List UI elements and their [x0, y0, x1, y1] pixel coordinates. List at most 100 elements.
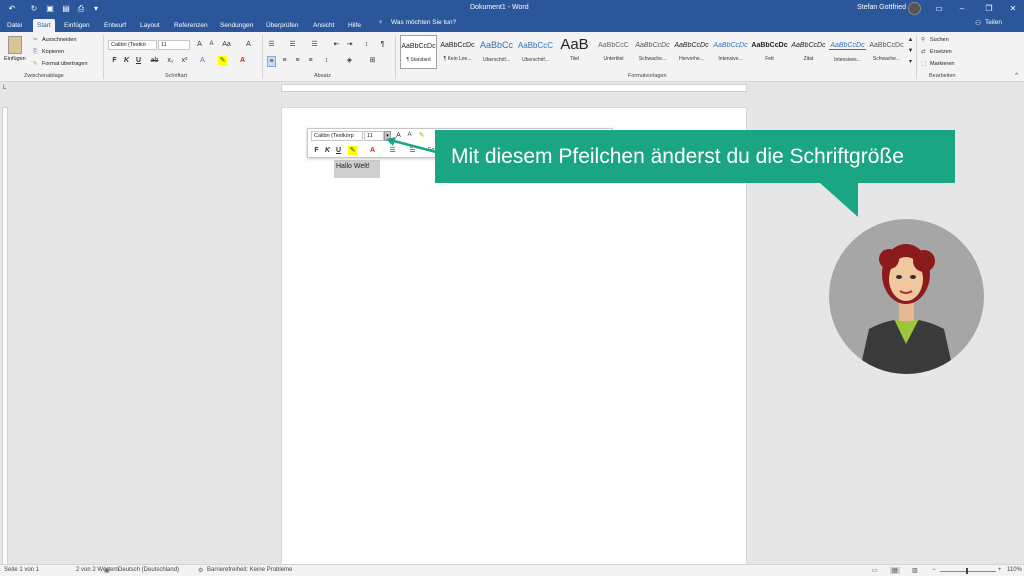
style-schwache-hervorhebung[interactable]: AaBbCcDc Schwache...: [634, 35, 671, 69]
tell-me-search[interactable]: Was möchten Sie tun?: [391, 19, 456, 26]
status-word-count[interactable]: 2 von 2 Wörtern: [76, 567, 119, 573]
align-left-icon[interactable]: ≡: [267, 56, 276, 67]
restore-icon[interactable]: ❐: [982, 3, 996, 14]
document-text-selected[interactable]: Hallo Welt!: [334, 160, 380, 178]
line-spacing-icon[interactable]: ↕: [322, 56, 331, 65]
grow-font-icon[interactable]: A: [195, 40, 204, 49]
find-button[interactable]: Suchen: [930, 37, 949, 43]
change-case-icon[interactable]: Aa: [222, 40, 231, 49]
user-name[interactable]: Stefan Gottfried: [857, 4, 906, 11]
styles-more-icon[interactable]: ▾: [906, 58, 915, 67]
print-icon[interactable]: ⎙: [75, 3, 87, 14]
borders-icon[interactable]: ⊞: [368, 56, 377, 65]
style-untertitel[interactable]: AaBbCcC Untertitel: [595, 35, 632, 69]
style-zitat[interactable]: AaBbCcDc Zitat: [790, 35, 827, 69]
zoom-in-icon[interactable]: +: [998, 567, 1002, 573]
font-name-select[interactable]: Calibri (Textkö: [108, 40, 157, 50]
print-preview-icon[interactable]: ▤: [60, 3, 72, 14]
style-fett[interactable]: AaBbCcDc Fett: [751, 35, 788, 69]
share-button[interactable]: Teilen: [985, 19, 1002, 26]
tab-ansicht[interactable]: Ansicht: [309, 19, 338, 32]
style-ueberschrift-1[interactable]: AaBbCc Überschrif...: [478, 35, 515, 69]
justify-icon[interactable]: ≡: [306, 56, 315, 65]
cut-button[interactable]: Ausschneiden: [42, 37, 77, 43]
italic-button[interactable]: K: [122, 56, 131, 65]
zoom-slider-thumb[interactable]: [966, 568, 968, 574]
font-size-select[interactable]: 11: [158, 40, 190, 50]
status-language[interactable]: Deutsch (Deutschland): [118, 567, 179, 573]
tab-datei[interactable]: Datei: [3, 19, 26, 32]
vertical-ruler[interactable]: [2, 107, 8, 567]
tab-start[interactable]: Start: [33, 19, 55, 32]
increase-indent-icon[interactable]: ⇥: [345, 40, 354, 49]
tab-referenzen[interactable]: Referenzen: [170, 19, 212, 32]
tab-selector-icon[interactable]: L: [3, 85, 6, 91]
numbering-icon[interactable]: ☰: [288, 40, 297, 49]
print-layout-icon[interactable]: ▤: [890, 567, 900, 574]
align-center-icon[interactable]: ≡: [280, 56, 289, 65]
save-icon[interactable]: ▣: [44, 3, 56, 14]
accessibility-icon[interactable]: ⚙: [198, 567, 203, 574]
ribbon-options-icon[interactable]: ▭: [932, 3, 946, 14]
strikethrough-button[interactable]: ab: [150, 56, 159, 65]
mini-font-color-icon[interactable]: A: [368, 146, 377, 155]
mini-italic-button[interactable]: K: [323, 146, 332, 155]
tab-einfuegen[interactable]: Einfügen: [60, 19, 94, 32]
collapse-ribbon-icon[interactable]: ^: [1012, 72, 1021, 81]
redo-icon[interactable]: ↻: [28, 3, 40, 14]
shrink-font-icon[interactable]: A: [207, 40, 216, 49]
proofing-icon[interactable]: ▣: [104, 567, 110, 574]
zoom-level[interactable]: 110%: [1007, 567, 1022, 573]
show-formatting-icon[interactable]: ¶: [378, 40, 387, 49]
styles-scroll-up-icon[interactable]: ▲: [906, 36, 915, 45]
superscript-button[interactable]: x²: [180, 56, 189, 65]
status-accessibility[interactable]: Barrierefreiheit: Keine Probleme: [207, 567, 292, 573]
tab-ueberpruefen[interactable]: Überprüfen: [262, 19, 303, 32]
highlight-icon[interactable]: ✎: [218, 56, 227, 65]
status-page[interactable]: Seite 1 von 1: [4, 567, 39, 573]
subscript-button[interactable]: x₂: [166, 56, 175, 65]
focus-mode-icon[interactable]: ▭: [872, 567, 878, 574]
font-color-icon[interactable]: A: [238, 56, 247, 65]
text-effects-icon[interactable]: A: [198, 56, 207, 65]
clear-formatting-icon[interactable]: A: [244, 40, 253, 49]
web-layout-icon[interactable]: ▥: [912, 567, 918, 574]
style-kein-leerraum[interactable]: AaBbCcDc ¶ Kein Lee...: [439, 35, 476, 69]
select-button[interactable]: Markieren: [930, 61, 954, 67]
format-painter-button[interactable]: Format übertragen: [42, 61, 88, 67]
multilevel-list-icon[interactable]: ☰: [310, 40, 319, 49]
style-schwacher-verweis[interactable]: AaBbCcDc Schwache...: [868, 35, 905, 69]
user-avatar[interactable]: [908, 2, 921, 15]
mini-font-name-select[interactable]: Calibri (Textkörp: [311, 131, 363, 141]
style-intensive-hervorhebung[interactable]: AaBbCcDc Intensive...: [712, 35, 749, 69]
undo-icon[interactable]: ↶: [6, 3, 18, 14]
styles-scroll-down-icon[interactable]: ▼: [906, 47, 915, 56]
tab-hilfe[interactable]: Hilfe: [344, 19, 365, 32]
tab-layout[interactable]: Layout: [136, 19, 164, 32]
style-hervorhebung[interactable]: AaBbCcDc Hervorhe...: [673, 35, 710, 69]
sort-icon[interactable]: ↕: [362, 40, 371, 49]
align-right-icon[interactable]: ≡: [293, 56, 302, 65]
paste-button[interactable]: Einfügen: [4, 56, 26, 62]
replace-button[interactable]: Ersetzen: [930, 49, 952, 55]
decrease-indent-icon[interactable]: ⇤: [332, 40, 341, 49]
bullets-icon[interactable]: ☰: [267, 40, 276, 49]
paste-icon[interactable]: [8, 36, 22, 54]
tab-entwurf[interactable]: Entwurf: [100, 19, 130, 32]
style-intensives-zitat[interactable]: AaBbCcDc Intensives...: [829, 35, 866, 69]
close-icon[interactable]: ✕: [1006, 3, 1020, 14]
customize-toolbar-icon[interactable]: ▾: [90, 3, 102, 14]
mini-underline-button[interactable]: U: [334, 146, 343, 155]
style-titel[interactable]: AaB Titel: [556, 35, 593, 69]
underline-button[interactable]: U: [134, 56, 143, 65]
minimize-icon[interactable]: –: [955, 3, 969, 14]
zoom-out-icon[interactable]: −: [932, 567, 936, 573]
mini-bold-button[interactable]: F: [312, 146, 321, 155]
horizontal-ruler[interactable]: [281, 84, 747, 92]
copy-button[interactable]: Kopieren: [42, 49, 64, 55]
tab-sendungen[interactable]: Sendungen: [216, 19, 257, 32]
bold-button[interactable]: F: [110, 56, 119, 65]
shading-icon[interactable]: ◈: [345, 56, 354, 65]
mini-highlight-icon[interactable]: ✎: [348, 146, 357, 155]
zoom-slider[interactable]: [940, 571, 996, 572]
